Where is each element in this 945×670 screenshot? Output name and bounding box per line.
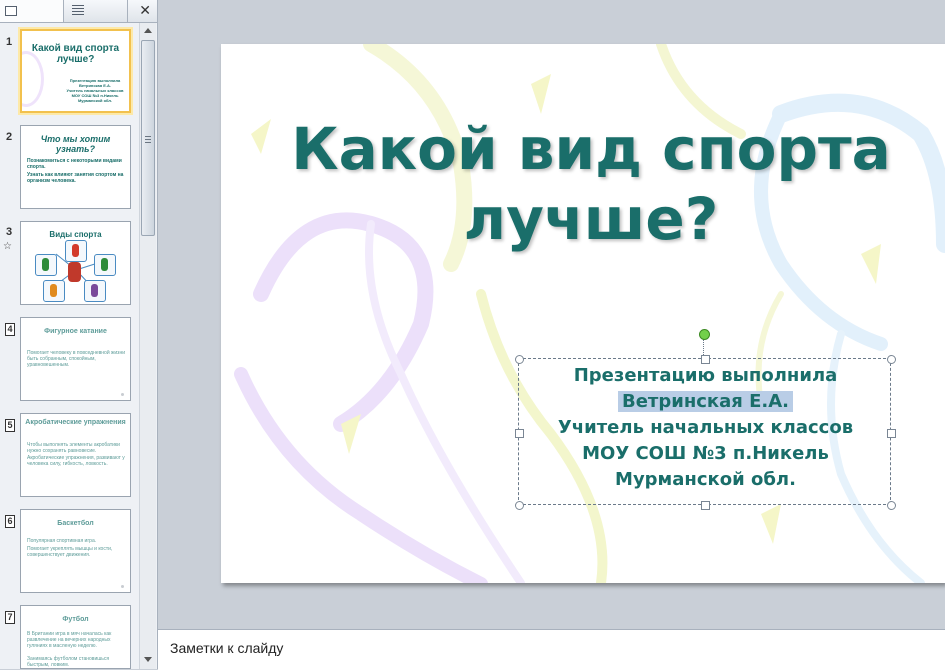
outline-tab-icon bbox=[72, 5, 84, 17]
thumbnail-title: Футбол bbox=[62, 616, 89, 623]
current-slide[interactable]: Какой вид спорта лучше? Презентацию выпо… bbox=[221, 44, 945, 583]
scroll-down-arrow-icon[interactable] bbox=[144, 657, 152, 662]
thumbnail-bullet: Помогает укреплять мышцы и кости, соверш… bbox=[27, 546, 113, 558]
subtitle-line: МОУ СОШ №3 п.Никель bbox=[582, 443, 829, 464]
slide-number: 1 bbox=[6, 36, 13, 48]
slide-thumbnail-1[interactable]: Какой вид спорта лучше? Презентацию выпо… bbox=[20, 29, 131, 113]
tab-slides[interactable] bbox=[0, 0, 64, 22]
thumbnail-bullet: В Британии игра в мяч началась как развл… bbox=[27, 631, 112, 649]
resize-handle-bottom[interactable] bbox=[701, 501, 710, 510]
skiing-icon bbox=[65, 240, 87, 262]
slide-thumbnail-2[interactable]: Что мы хотим узнать? Познакомиться с нек… bbox=[20, 125, 131, 209]
thumbnail-title: Фигурное катание bbox=[44, 328, 107, 335]
slide-thumbnail-6[interactable]: Баскетбол Популярная спортивная игра. По… bbox=[20, 509, 131, 593]
resize-handle-bottom-left[interactable] bbox=[515, 501, 524, 510]
subtitle-textbox[interactable]: Презентацию выполнила Ветринская Е.А. Уч… bbox=[515, 329, 896, 510]
thumbnail-scrollbar[interactable] bbox=[139, 23, 156, 669]
slide-title[interactable]: Какой вид спорта лучше? bbox=[261, 114, 921, 254]
slide-editing-area: Какой вид спорта лучше? Презентацию выпо… bbox=[158, 0, 945, 628]
title-line: Какой вид спорта bbox=[291, 115, 891, 183]
subtitle-line: Мурманской обл. bbox=[615, 469, 796, 490]
slide-thumbnail-3[interactable]: Виды спорта bbox=[20, 221, 131, 305]
text-selection: Ветринская Е.А. bbox=[617, 391, 794, 412]
slide-thumbnail-5[interactable]: Акробатические упражнения Чтобы выполнят… bbox=[20, 413, 131, 497]
hidden-slide-number: 7 bbox=[5, 611, 15, 624]
pane-tabs: ✕ bbox=[0, 0, 157, 23]
close-icon[interactable]: ✕ bbox=[139, 2, 151, 18]
thumbnail-title: Какой вид спорта лучше? bbox=[31, 43, 120, 65]
star-icon: ☆ bbox=[3, 241, 12, 252]
slide-number: 2 bbox=[6, 131, 13, 143]
scroll-up-arrow-icon[interactable] bbox=[144, 28, 152, 33]
athlete-figure-icon bbox=[68, 262, 81, 282]
scroll-thumb[interactable] bbox=[141, 40, 155, 236]
title-line: лучше? bbox=[463, 185, 719, 253]
hidden-slide-number: 6 bbox=[5, 515, 15, 528]
thumbnail-bullet: Занимаясь футболом становишься быстрым, … bbox=[27, 656, 110, 668]
subtitle-line: Учитель начальных классов bbox=[557, 417, 854, 438]
hockey-icon bbox=[35, 254, 57, 276]
slides-tab-icon bbox=[5, 6, 17, 16]
slide-thumbnail-7[interactable]: Футбол В Британии игра в мяч началась ка… bbox=[20, 605, 131, 669]
thumbnail-bullet: Акробатические упражнения, развивают у ч… bbox=[27, 455, 125, 467]
cycling-icon bbox=[94, 254, 116, 276]
resize-handle-bottom-right[interactable] bbox=[887, 501, 896, 510]
thumbnail-title: Баскетбол bbox=[57, 520, 94, 527]
running-icon bbox=[43, 280, 65, 302]
tab-outline[interactable] bbox=[64, 0, 128, 22]
thumbnail-dot bbox=[121, 393, 124, 396]
hidden-slide-number: 5 bbox=[5, 419, 15, 432]
thumbnail-bullet: Чтобы выполнять элементы акробатики нужн… bbox=[27, 442, 120, 454]
rotation-handle[interactable] bbox=[699, 329, 710, 340]
thumbnail-bullet: Узнать как влияют занятия спортом на орг… bbox=[27, 172, 124, 184]
subtitle-line: Презентацию выполнила bbox=[573, 365, 838, 386]
slides-pane: ✕ 1 Какой вид спорта лучше? Презентацию … bbox=[0, 0, 158, 669]
thumbnail-title: Акробатические упражнения bbox=[25, 419, 126, 426]
hidden-slide-number: 4 bbox=[5, 323, 15, 336]
subtitle-line-selected: Ветринская Е.А. bbox=[519, 389, 892, 415]
thumbnail-bullet: Популярная спортивная игра. bbox=[27, 538, 97, 544]
slide-thumbnail-4[interactable]: Фигурное катание Помогает человеку в пов… bbox=[20, 317, 131, 401]
notes-placeholder[interactable]: Заметки к слайду bbox=[170, 640, 283, 656]
thumbnail-dot bbox=[121, 585, 124, 588]
scroll-grip-icon bbox=[145, 136, 151, 145]
thumbnail-subtitle: Презентацию выполнила Ветринская Е.А. Уч… bbox=[66, 78, 124, 103]
slide-number: 3 bbox=[6, 226, 13, 238]
notes-pane[interactable]: Заметки к слайду bbox=[158, 629, 945, 670]
thumbnail-title: Что мы хотим узнать? bbox=[40, 134, 111, 154]
thumbnail-bullet: Познакомиться с некоторыми видами спорта… bbox=[27, 158, 122, 170]
thumbnail-bullet: Помогает человеку в повседневной жизни б… bbox=[27, 350, 125, 368]
subtitle-text[interactable]: Презентацию выполнила Ветринская Е.А. Уч… bbox=[519, 363, 892, 493]
skating-icon bbox=[84, 280, 106, 302]
